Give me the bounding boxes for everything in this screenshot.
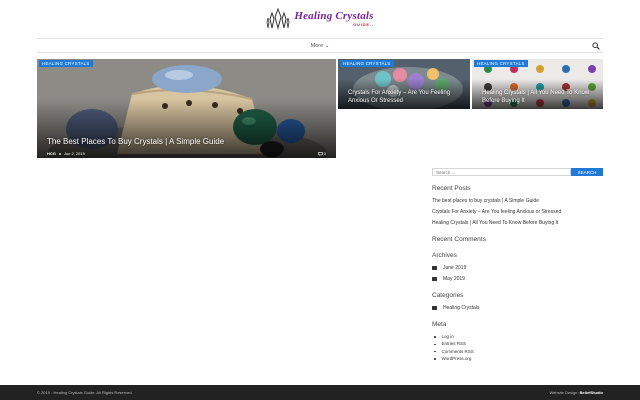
featured-post-healing[interactable]: HEALING CRYSTALS Healing Crystals | All …: [472, 59, 603, 109]
featured-post-main[interactable]: HEALING CRYSTALS The Best Places To Buy …: [37, 59, 336, 158]
footer-credit: Website Design: BeliefStudio: [549, 390, 603, 395]
category-link[interactable]: Healing Crystals: [432, 305, 603, 312]
archive-link[interactable]: June 2019: [432, 265, 603, 272]
meta-link[interactable]: Log in: [432, 334, 603, 340]
logo-subtitle: GUIDE..: [353, 22, 374, 27]
search-input[interactable]: [432, 168, 571, 176]
category-tag[interactable]: HEALING CRYSTALS: [474, 60, 528, 67]
post-title[interactable]: Healing Crystals | All You Need To Know …: [482, 89, 600, 105]
meta-title: Meta: [432, 321, 447, 328]
archives-list: June 2019 May 2019: [432, 265, 603, 283]
designer-link[interactable]: BeliefStudio: [580, 390, 603, 395]
search-form: SEARCH: [432, 168, 603, 176]
post-meta: HCG Jun 2, 2019 0: [47, 151, 326, 156]
recent-posts-list: The best places to buy crystals | A Simp…: [432, 198, 603, 227]
archives-title: Archives: [432, 252, 457, 259]
post-author[interactable]: HCG: [47, 151, 56, 156]
nav-more-menu[interactable]: More ⌄: [311, 43, 330, 49]
footer-copyright: © 2019 - Healing Crystals Guide. All Rig…: [37, 390, 133, 395]
site-header: Healing Crystals GUIDE..: [0, 0, 640, 38]
recent-post-link[interactable]: The best places to buy crystals | A Simp…: [432, 198, 603, 205]
post-title[interactable]: The Best Places To Buy Crystals | A Simp…: [47, 137, 224, 148]
featured-posts-grid: HEALING CRYSTALS The Best Places To Buy …: [37, 59, 603, 158]
archive-link[interactable]: May 2019: [432, 276, 603, 283]
comment-icon: [317, 151, 323, 156]
categories-list: Healing Crystals: [432, 305, 603, 312]
meta-link[interactable]: Entries RSS: [432, 341, 603, 347]
logo-title: Healing Crystals: [294, 10, 374, 22]
meta-link[interactable]: WordPress.org: [432, 356, 603, 362]
category-tag[interactable]: HEALING CRYSTALS: [340, 60, 394, 67]
folder-icon: [432, 265, 437, 270]
folder-icon: [432, 276, 437, 281]
recent-post-link[interactable]: Crystals For Anxiety – Are You feeling A…: [432, 209, 603, 216]
folder-icon: [432, 305, 437, 310]
sidebar: SEARCH Recent Posts The best places to b…: [432, 168, 603, 363]
featured-post-anxiety[interactable]: HEALING CRYSTALS Crystals For Anxiety – …: [338, 59, 470, 109]
crystals-logo-icon: [266, 8, 290, 30]
recent-post-link[interactable]: Healing Crystals | All You Need To Know …: [432, 220, 603, 227]
comment-count[interactable]: 0: [317, 151, 326, 156]
search-icon[interactable]: [592, 42, 600, 50]
main-nav: More ⌄: [37, 38, 603, 53]
post-title[interactable]: Crystals For Anxiety – Are You Feeling A…: [348, 89, 466, 105]
recent-comments-title: Recent Comments: [432, 236, 486, 243]
site-footer: © 2019 - Healing Crystals Guide. All Rig…: [0, 385, 640, 400]
meta-list: Log in Entries RSS Comments RSS WordPres…: [432, 334, 603, 362]
meta-link[interactable]: Comments RSS: [432, 349, 603, 355]
category-tag[interactable]: HEALING CRYSTALS: [39, 60, 93, 67]
site-logo[interactable]: Healing Crystals GUIDE..: [266, 8, 373, 30]
categories-title: Categories: [432, 292, 464, 299]
recent-posts-title: Recent Posts: [432, 185, 471, 192]
post-date: Jun 2, 2019: [63, 151, 85, 156]
search-button[interactable]: SEARCH: [571, 168, 603, 176]
